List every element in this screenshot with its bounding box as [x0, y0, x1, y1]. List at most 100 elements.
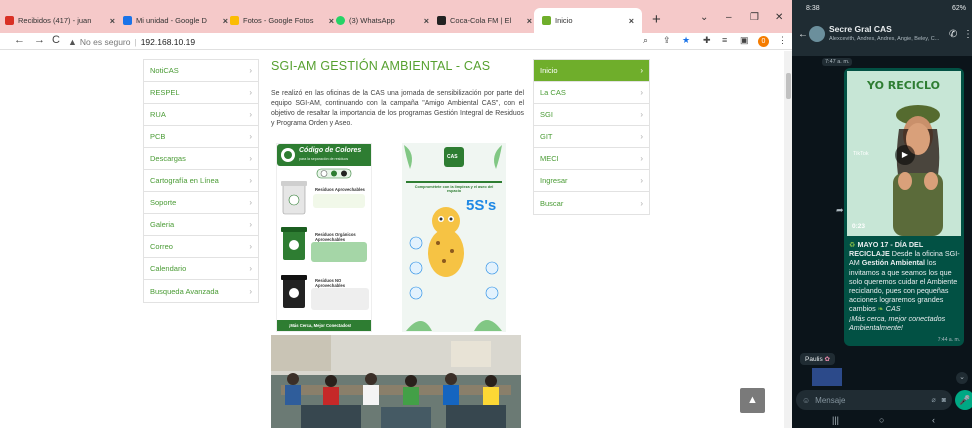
add-call-icon[interactable]: ✆	[949, 29, 957, 40]
message-bold-part: Gestión Ambiental	[861, 258, 926, 268]
menu-item-noticas[interactable]: NotiCAS ›	[144, 60, 258, 82]
tab-inicio[interactable]: Inicio ×	[534, 8, 642, 33]
menu-item-calendario[interactable]: Calendario ›	[144, 258, 258, 280]
side-panel-icon[interactable]: ▣	[740, 35, 749, 46]
menu-item-descargas[interactable]: Descargas ›	[144, 148, 258, 170]
close-window-button[interactable]: ✕	[775, 12, 783, 23]
photos-icon	[230, 16, 239, 25]
menu-item-sgi[interactable]: SGI ›	[534, 104, 649, 126]
extensions-icon[interactable]: ✚	[703, 35, 711, 46]
recents-icon[interactable]: |||	[832, 415, 839, 425]
tab-whatsapp[interactable]: (3) WhatsApp ×	[336, 8, 429, 33]
maximize-button[interactable]: ❐	[750, 12, 759, 23]
poster-big-text: 5S's	[466, 197, 497, 214]
chevron-right-icon: ›	[249, 264, 252, 273]
close-tab-icon[interactable]: ×	[223, 16, 228, 26]
divider: |	[134, 36, 137, 47]
battery-level: 62%	[951, 5, 966, 12]
poster-subheading: para la separación de residuos	[299, 157, 349, 161]
reload-icon[interactable]: C	[52, 34, 60, 46]
menu-item-buscar[interactable]: Buscar ›	[534, 192, 649, 214]
menu-item-soporte[interactable]: Soporte ›	[144, 192, 258, 214]
minimize-button[interactable]: –	[726, 12, 732, 23]
menu-item-galeria[interactable]: Galeria ›	[144, 214, 258, 236]
warning-icon[interactable]: ▲	[68, 37, 77, 47]
back-arrow-icon[interactable]: ←	[798, 29, 808, 40]
tab-gmail[interactable]: Recibidos (417) - juan ×	[5, 8, 115, 33]
scrollbar[interactable]	[784, 51, 792, 428]
attach-icon[interactable]: ⌀	[932, 396, 936, 404]
close-tab-icon[interactable]: ×	[110, 16, 115, 26]
tab-cocacola-fm[interactable]: Coca-Cola FM | El ×	[437, 8, 532, 33]
tab-photos[interactable]: Fotos - Google Fotos ×	[230, 8, 334, 33]
menu-item-cartografia-en-linea[interactable]: Cartografía en Línea ›	[144, 170, 258, 192]
menu-item-inicio[interactable]: Inicio ›	[534, 60, 649, 82]
scroll-to-top-button[interactable]: ▲	[740, 388, 765, 413]
bookmark-star-icon[interactable]: ★	[682, 35, 690, 46]
tab-search-icon[interactable]: ⌄	[700, 12, 708, 23]
meeting-photo[interactable]	[271, 335, 521, 428]
recycling-color-code-poster[interactable]: Código de Colores para la separación de …	[276, 143, 372, 332]
message-bubble[interactable]: YO RECICLO TikTok ▶ 0:23 ♻ MAYO 17 - DÍA…	[844, 68, 964, 346]
chevron-right-icon: ›	[640, 110, 643, 119]
chevron-right-icon: ›	[249, 132, 252, 141]
share-icon[interactable]: ⇪	[663, 35, 671, 46]
menu-item-label: Cartografía en Línea	[150, 176, 219, 185]
forward-arrow-icon[interactable]: →	[34, 34, 45, 46]
message-input-bar[interactable]: ☺ Mensaje ⌀ ◙	[796, 390, 952, 410]
back-nav-icon[interactable]: ‹	[932, 415, 935, 425]
flower-icon: ✿	[824, 356, 830, 363]
forward-icon[interactable]: ➦	[836, 205, 844, 216]
status-bar: 8:38 62%	[792, 0, 972, 16]
address-bar[interactable]: ▲ No es seguro | 192.168.10.19	[68, 35, 195, 48]
menu-item-rua[interactable]: RUA ›	[144, 104, 258, 126]
recycle-icon: ♻	[849, 240, 856, 249]
back-arrow-icon[interactable]: ←	[14, 34, 25, 46]
scroll-down-icon[interactable]: ⌄	[956, 372, 968, 384]
menu-item-git[interactable]: GIT ›	[534, 126, 649, 148]
close-tab-icon[interactable]: ×	[424, 16, 429, 26]
close-tab-icon[interactable]: ×	[527, 16, 532, 26]
video-overlay-title: YO RECICLO	[867, 79, 940, 92]
profile-avatar[interactable]: 0	[758, 36, 769, 47]
message-input[interactable]: Mensaje	[815, 396, 925, 405]
menu-item-label: La CAS	[540, 88, 566, 97]
close-tab-icon[interactable]: ×	[329, 16, 334, 26]
menu-item-respel[interactable]: RESPEL ›	[144, 82, 258, 104]
menu-item-ingresar[interactable]: Ingresar ›	[534, 170, 649, 192]
home-icon[interactable]: ○	[879, 415, 884, 425]
group-avatar[interactable]	[809, 26, 825, 42]
url-text[interactable]: 192.168.10.19	[141, 37, 195, 47]
message-text-part: los invitamos a que seamos los que solo …	[849, 258, 958, 314]
menu-item-meci[interactable]: MECI ›	[534, 148, 649, 170]
menu-item-correo[interactable]: Correo ›	[144, 236, 258, 258]
reading-list-icon[interactable]: ≡	[722, 35, 727, 45]
menu-item-busqueda-avanzada[interactable]: Busqueda Avanzada ›	[144, 280, 258, 302]
chevron-right-icon: ›	[249, 198, 252, 207]
mic-button[interactable]: 🎤	[955, 390, 972, 410]
video-message[interactable]: YO RECICLO TikTok ▶ 0:23	[847, 71, 961, 236]
group-name[interactable]: Secre Gral CAS	[829, 24, 892, 34]
menu-item-label: SGI	[540, 110, 553, 119]
right-menu: Inicio › La CAS › SGI › GIT › MECI › Ingresar › Busc…	[533, 59, 650, 215]
zoom-icon[interactable]: ⌕	[643, 35, 648, 46]
kebab-menu-icon[interactable]: ⋮	[778, 35, 787, 46]
camera-icon[interactable]: ◙	[942, 397, 946, 404]
close-tab-icon[interactable]: ×	[629, 16, 634, 26]
whatsapp-phone: 8:38 62% ← Secre Gral CAS Alexcevith, An…	[792, 0, 972, 428]
five-s-poster[interactable]: CAS Comprométete con la limpieza y el as…	[402, 143, 506, 332]
tab-drive[interactable]: Mi unidad - Google D ×	[123, 8, 228, 33]
new-tab-button[interactable]: +	[652, 11, 661, 28]
menu-item-la-cas[interactable]: La CAS ›	[534, 82, 649, 104]
group-members[interactable]: Alexcevith, Andres, Andres, Angie, Beley…	[829, 36, 939, 42]
image-thumbnail[interactable]	[812, 368, 842, 386]
kebab-menu-icon[interactable]: ⋮	[963, 29, 972, 40]
whatsapp-icon	[336, 16, 345, 25]
security-label[interactable]: No es seguro	[80, 37, 131, 47]
scrollbar-thumb[interactable]	[786, 73, 791, 99]
drive-icon	[123, 16, 132, 25]
play-icon[interactable]: ▶	[895, 145, 915, 165]
menu-item-pcb[interactable]: PCB ›	[144, 126, 258, 148]
chevron-right-icon: ›	[249, 286, 252, 296]
emoji-icon[interactable]: ☺	[802, 396, 810, 405]
